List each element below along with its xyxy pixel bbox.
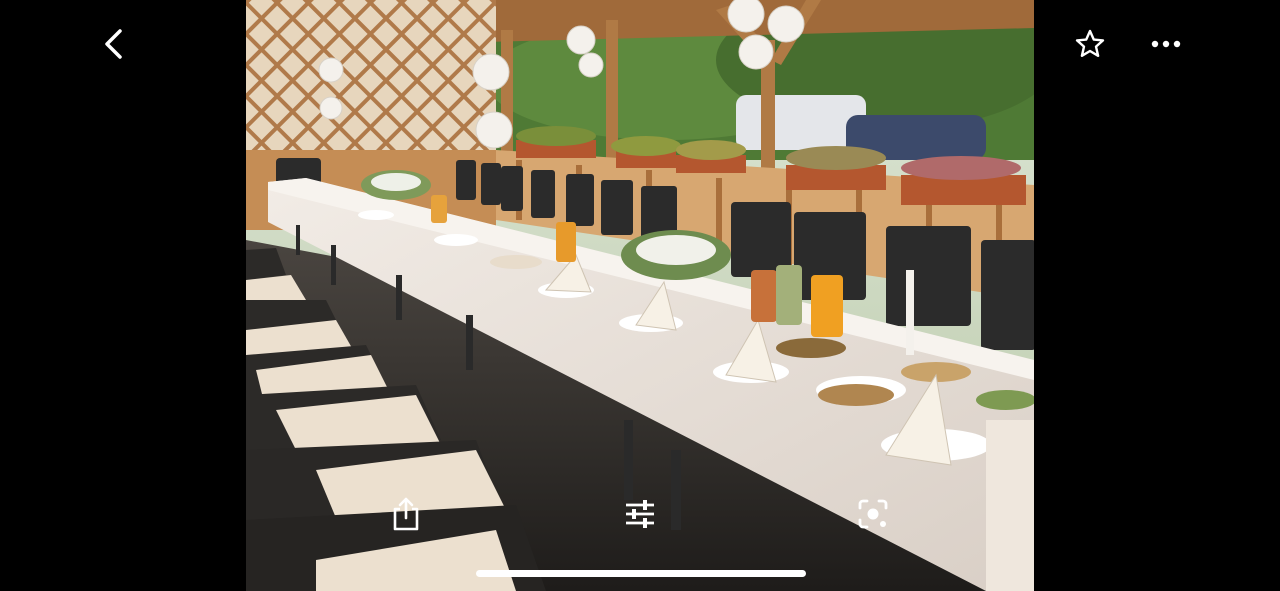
chevron-left-icon <box>105 29 122 59</box>
adjust-button[interactable] <box>617 491 663 537</box>
ellipsis-icon <box>1151 40 1181 48</box>
visual-search-button[interactable] <box>850 491 896 537</box>
share-button[interactable] <box>383 491 429 537</box>
home-indicator[interactable] <box>476 570 806 577</box>
more-options-button[interactable] <box>1144 22 1188 66</box>
back-button[interactable] <box>92 22 136 66</box>
favorite-button[interactable] <box>1068 22 1112 66</box>
sliders-icon <box>626 500 654 528</box>
star-outline-icon <box>1075 29 1105 57</box>
image-viewer <box>0 0 1280 591</box>
share-icon <box>393 497 419 531</box>
visual-search-icon <box>858 499 888 529</box>
